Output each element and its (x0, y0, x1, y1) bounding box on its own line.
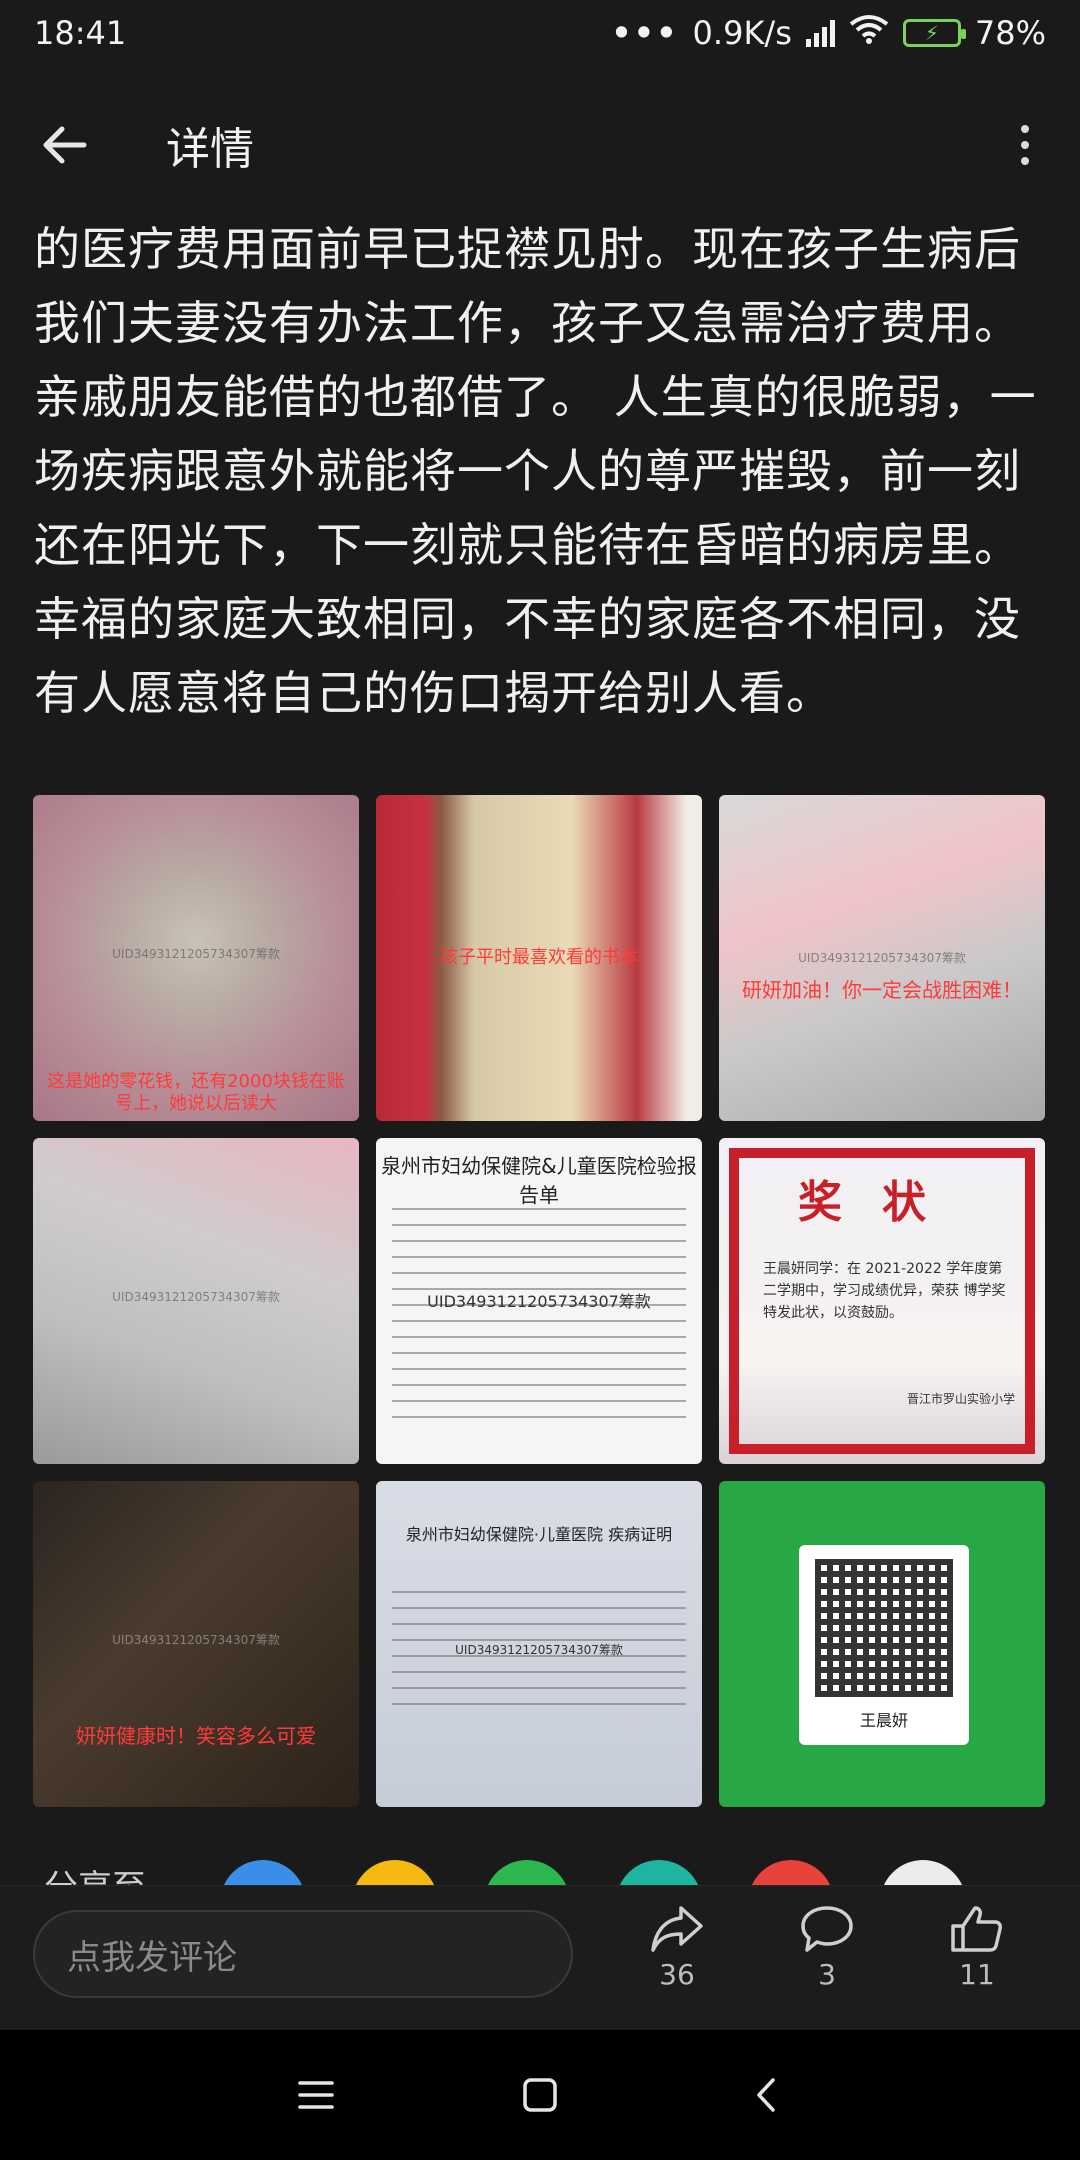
photo-tile[interactable]: 王晨妍 (719, 1481, 1045, 1807)
photo-tile[interactable]: 孩子平时最喜欢看的书本 (376, 795, 702, 1121)
photo-caption: 孩子平时最喜欢看的书本 (440, 947, 638, 968)
share-qzone-icon[interactable] (352, 1860, 438, 1885)
qr-name: 王晨妍 (859, 1711, 908, 1730)
photo-watermark: UID3493121205734307筹款 (112, 1290, 280, 1304)
status-icons: ••• 0.9K/s ⚡ 78% (611, 14, 1046, 52)
share-copy-link-icon[interactable] (880, 1860, 966, 1885)
photo-watermark: UID3493121205734307筹款 (798, 951, 966, 965)
arrow-left-icon[interactable] (40, 110, 110, 180)
certificate-school: 晋江市罗山实验小学 (906, 1392, 1015, 1406)
photo-watermark: UID3493121205734307筹款 (112, 1633, 280, 1647)
share-wechat-icon[interactable] (484, 1860, 570, 1885)
like-count: 11 (959, 1958, 995, 1991)
article-text: 临，我们微薄的积蓄加上亲朋好友的借款在庞大的医疗费用面前早已捉襟见肘。现在孩子生… (34, 200, 1037, 720)
comment-count: 3 (818, 1958, 836, 1991)
comment-button[interactable]: 3 (772, 1904, 882, 1991)
wifi-icon (849, 14, 889, 52)
more-vertical-icon[interactable] (1010, 110, 1040, 180)
share-button[interactable]: 36 (622, 1904, 732, 1991)
photo-caption: 妍妍健康时！笑容多么可爱 (76, 1724, 316, 1748)
battery-charging-icon: ⚡ (902, 19, 966, 47)
photo-tile[interactable]: 泉州市妇幼保健院&儿童医院检验报告单 UID3493121205734307筹款 (376, 1138, 702, 1464)
certificate-text: 王晨妍同学：在 2021-2022 学年度第二学期中，学习成绩优异，荣获 博学奖… (763, 1261, 1006, 1321)
comment-input[interactable]: 点我发评论 (33, 1910, 573, 1998)
content-scroll[interactable]: 临，我们微薄的积蓄加上亲朋好友的借款在庞大的医疗费用面前早已捉襟见肘。现在孩子生… (0, 200, 1080, 1885)
system-nav-bar (0, 2030, 1080, 2160)
app-bar: 详情 (0, 90, 1080, 200)
thumbs-up-icon (951, 1906, 1002, 1952)
chevron-left-icon[interactable] (736, 2065, 796, 2125)
document-title: 泉州市妇幼保健院·儿童医院 疾病证明 (405, 1525, 673, 1544)
document-title: 泉州市妇幼保健院&儿童医院检验报告单 (381, 1154, 697, 1207)
photo-tile[interactable]: UID3493121205734307筹款 研妍加油！你一定会战胜困难！ (719, 795, 1045, 1121)
comment-bubble-icon (801, 1906, 853, 1952)
photo-grid: UID3493121205734307筹款 这是她的零花钱，还有2000块钱在账… (33, 795, 1045, 1807)
qr-code-icon (815, 1559, 953, 1697)
share-contact-icon[interactable] (220, 1860, 306, 1885)
comment-bar: 点我发评论 36 3 11 (0, 1885, 1080, 2030)
qr-card: 王晨妍 (799, 1545, 969, 1745)
like-button[interactable]: 11 (922, 1904, 1032, 1991)
photo-tile[interactable]: 奖状 王晨妍同学：在 2021-2022 学年度第二学期中，学习成绩优异，荣获 … (719, 1138, 1045, 1464)
photo-watermark: UID3493121205734307筹款 (455, 1643, 623, 1657)
photo-watermark: UID3493121205734307筹款 (427, 1292, 651, 1311)
share-count: 36 (659, 1958, 695, 1991)
home-square-icon[interactable] (510, 2065, 570, 2125)
photo-tile[interactable]: 泉州市妇幼保健院·儿童医院 疾病证明 UID3493121205734307筹款 (376, 1481, 702, 1807)
share-weibo-icon[interactable] (748, 1860, 834, 1885)
photo-tile[interactable]: UID3493121205734307筹款 这是她的零花钱，还有2000块钱在账… (33, 795, 359, 1121)
photo-caption: 这是她的零花钱，还有2000块钱在账号上，她说以后读大 (47, 1071, 345, 1114)
menu-icon[interactable] (286, 2065, 346, 2125)
photo-caption: 研妍加油！你一定会战胜困难！ (742, 978, 1022, 1002)
photo-watermark: UID3493121205734307筹款 (112, 947, 280, 961)
photo-tile[interactable]: UID3493121205734307筹款 妍妍健康时！笑容多么可爱 (33, 1481, 359, 1807)
status-bar: 18:41 ••• 0.9K/s ⚡ 78% (0, 0, 1080, 66)
share-row: 分享至 (0, 1860, 1080, 1885)
battery-percent: 78% (974, 14, 1046, 52)
share-moments-icon[interactable] (616, 1860, 702, 1885)
share-arrow-icon (651, 1906, 703, 1952)
document-lines (392, 1208, 686, 1432)
more-notifications-icon: ••• (611, 14, 679, 52)
photo-tile[interactable]: UID3493121205734307筹款 (33, 1138, 359, 1464)
network-speed: 0.9K/s (692, 14, 792, 52)
page-title: 详情 (166, 124, 254, 175)
signal-icon (805, 19, 835, 47)
share-label: 分享至 (44, 1860, 146, 1885)
certificate-title: 奖状 (798, 1177, 966, 1228)
status-time: 18:41 (34, 14, 127, 52)
